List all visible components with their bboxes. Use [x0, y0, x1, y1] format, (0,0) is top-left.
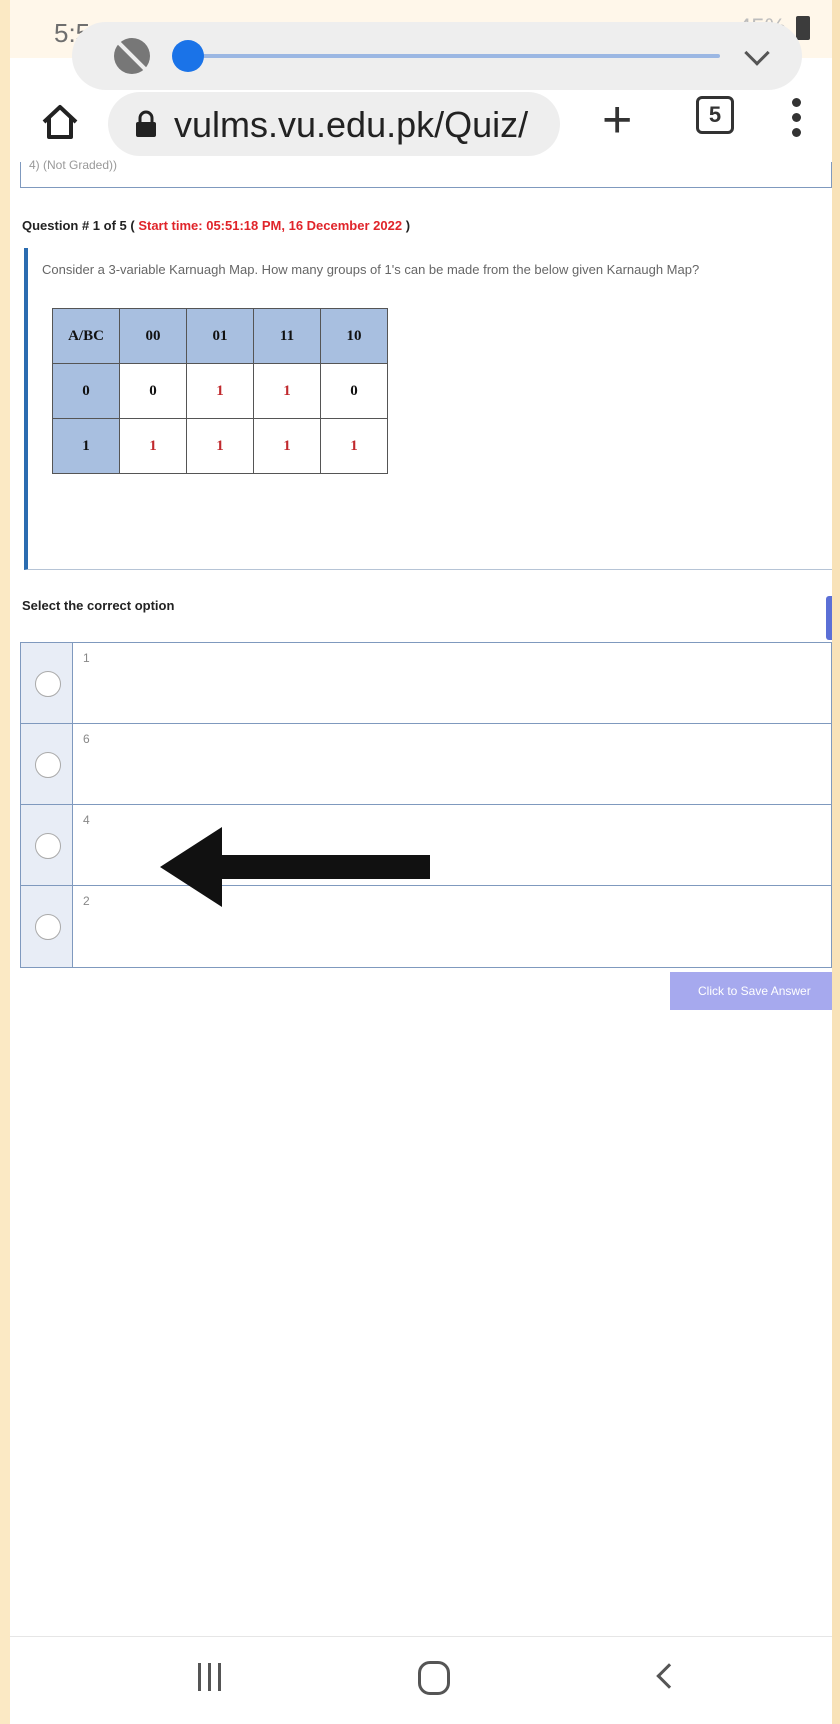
question-text: Consider a 3-variable Karnuagh Map. How … [42, 262, 700, 277]
browser-toolbar: vulms.vu.edu.pk/Quiz/ + 5 [10, 90, 832, 162]
kmap-col-header: 01 [186, 308, 254, 364]
option-text: 4 [83, 813, 90, 827]
option-text: 6 [83, 732, 90, 746]
question-header: Question # 1 of 5 ( Start time: 05:51:18… [22, 218, 410, 233]
save-answer-button[interactable]: Click to Save Answer [670, 972, 832, 1010]
previous-question-field: 4) (Not Graded)) [20, 158, 832, 188]
radio-cell [21, 886, 73, 967]
question-number: Question # 1 of 5 ( [22, 218, 135, 233]
address-bar[interactable]: vulms.vu.edu.pk/Quiz/ [108, 92, 560, 156]
question-header-close: ) [405, 218, 411, 233]
volume-panel [72, 22, 802, 90]
start-time: Start time: 05:51:18 PM, 16 December 202… [138, 218, 403, 233]
battery-icon [796, 16, 810, 40]
answer-options: 1 6 4 2 [20, 642, 832, 968]
kmap-cell: 1 [253, 418, 321, 474]
question-box: Consider a 3-variable Karnuagh Map. How … [24, 248, 832, 570]
volume-slider-knob[interactable] [172, 40, 204, 72]
kmap-cell: 1 [119, 418, 187, 474]
home-button-icon[interactable] [418, 1661, 450, 1695]
kmap-row-label: 1 [52, 418, 120, 474]
answer-option[interactable]: 6 [21, 724, 831, 805]
navigation-bar [10, 1637, 832, 1724]
kmap-cell: 1 [253, 363, 321, 419]
tab-switcher-button[interactable]: 5 [696, 96, 734, 134]
previous-question-text: 4) (Not Graded)) [29, 158, 118, 172]
option-text: 2 [83, 894, 90, 908]
chevron-down-icon[interactable] [744, 40, 770, 66]
url-text: vulms.vu.edu.pk/Quiz/ [174, 104, 529, 145]
background-frame [832, 0, 840, 1724]
recents-icon[interactable] [198, 1663, 228, 1693]
kmap-header-row: A/BC 00 01 11 10 [52, 308, 388, 364]
select-option-label: Select the correct option [22, 598, 175, 613]
phone-screen: 5:5 45% vulms.vu.edu.pk/Quiz/ + 5 4) [10, 0, 832, 1724]
radio-cell [21, 643, 73, 723]
kmap-row-label: 0 [52, 363, 120, 419]
new-tab-icon[interactable]: + [602, 94, 632, 146]
kmap-col-header: 10 [320, 308, 388, 364]
karnaugh-map-table: A/BC 00 01 11 10 0 0 1 1 0 1 1 1 1 1 [52, 308, 388, 474]
side-tab-button[interactable] [826, 596, 832, 640]
option-text: 1 [83, 651, 90, 665]
answer-option[interactable]: 1 [21, 643, 831, 724]
kmap-col-header: 11 [253, 308, 321, 364]
kmap-cell: 0 [119, 363, 187, 419]
arrow-annotation-icon [160, 827, 430, 907]
kmap-col-header: 00 [119, 308, 187, 364]
lock-icon [136, 110, 156, 137]
kmap-row: 0 0 1 1 0 [52, 363, 388, 419]
home-icon[interactable] [38, 100, 82, 144]
option-radio[interactable] [35, 833, 61, 859]
kmap-cell: 1 [186, 363, 254, 419]
kmap-corner: A/BC [52, 308, 120, 364]
back-icon[interactable] [656, 1663, 682, 1689]
more-menu-icon[interactable] [792, 98, 802, 146]
option-radio[interactable] [35, 914, 61, 940]
kmap-cell: 0 [320, 363, 388, 419]
option-radio[interactable] [35, 752, 61, 778]
volume-slider-track[interactable] [182, 54, 720, 58]
kmap-cell: 1 [320, 418, 388, 474]
radio-cell [21, 724, 73, 804]
kmap-row: 1 1 1 1 1 [52, 418, 388, 474]
option-radio[interactable] [35, 671, 61, 697]
radio-cell [21, 805, 73, 885]
mute-icon[interactable] [114, 38, 150, 74]
kmap-cell: 1 [186, 418, 254, 474]
